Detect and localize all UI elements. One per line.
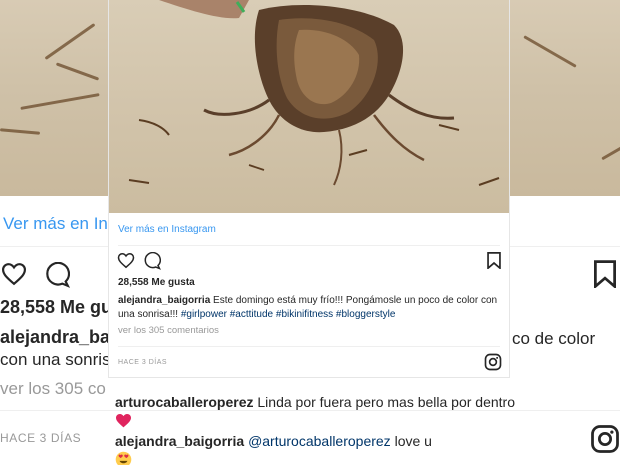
caption-hashtags[interactable]: #girlpower #acttitude #bikinifitness #bl… xyxy=(181,309,396,320)
background-comment-icon xyxy=(46,262,70,288)
background-heart-icon xyxy=(1,263,27,286)
comment-username[interactable]: arturocaballeroperez xyxy=(115,394,254,410)
view-all-comments-link[interactable]: ver los 305 comentarios xyxy=(118,325,219,336)
background-timestamp: HACE 3 DÍAS xyxy=(0,431,82,445)
background-caption-continuation: con una sonris xyxy=(0,350,111,369)
bookmark-icon[interactable] xyxy=(487,252,501,269)
post-photo[interactable] xyxy=(109,0,509,213)
heart-icon[interactable] xyxy=(117,252,135,269)
comment-icon[interactable] xyxy=(143,252,161,270)
background-instagram-icon xyxy=(591,425,619,453)
background-view-comments: ver los 305 co xyxy=(0,379,106,398)
background-likes: 28,558 Me gus xyxy=(0,297,123,317)
comment-text: love u xyxy=(394,433,432,449)
view-more-on-instagram-link[interactable]: Ver más en Instagram xyxy=(118,224,216,235)
divider xyxy=(118,346,500,347)
divider xyxy=(118,245,500,246)
comment-text: Linda por fuera pero mas bella por dentr… xyxy=(257,394,515,410)
post-timestamp: HACE 3 DÍAS xyxy=(118,359,168,366)
background-caption-tail: co de color xyxy=(512,329,596,348)
likes-count[interactable]: 28,558 Me gusta xyxy=(118,277,195,288)
comment-mention[interactable]: @arturocaballeroperez xyxy=(248,433,391,449)
beach-hair-image xyxy=(128,0,500,186)
comment-item: arturocaballeroperez Linda por fuera per… xyxy=(115,394,515,428)
comment-item: alejandra_baigorria @arturocaballeropere… xyxy=(115,433,515,465)
instagram-icon[interactable] xyxy=(484,353,502,371)
post-caption: alejandra_baigorria Este domingo está mu… xyxy=(118,294,498,322)
background-view-more: Ver más en In xyxy=(3,214,108,233)
caption-username[interactable]: alejandra_baigorria xyxy=(118,295,210,306)
background-bookmark-icon xyxy=(594,260,616,288)
instagram-embed-card: Ver más en Instagram 28,558 Me gusta ale… xyxy=(108,0,510,378)
red-heart-emoji-icon xyxy=(116,413,131,428)
heart-eyes-face-emoji-icon xyxy=(115,451,132,465)
comment-username[interactable]: alejandra_baigorria xyxy=(115,433,244,449)
